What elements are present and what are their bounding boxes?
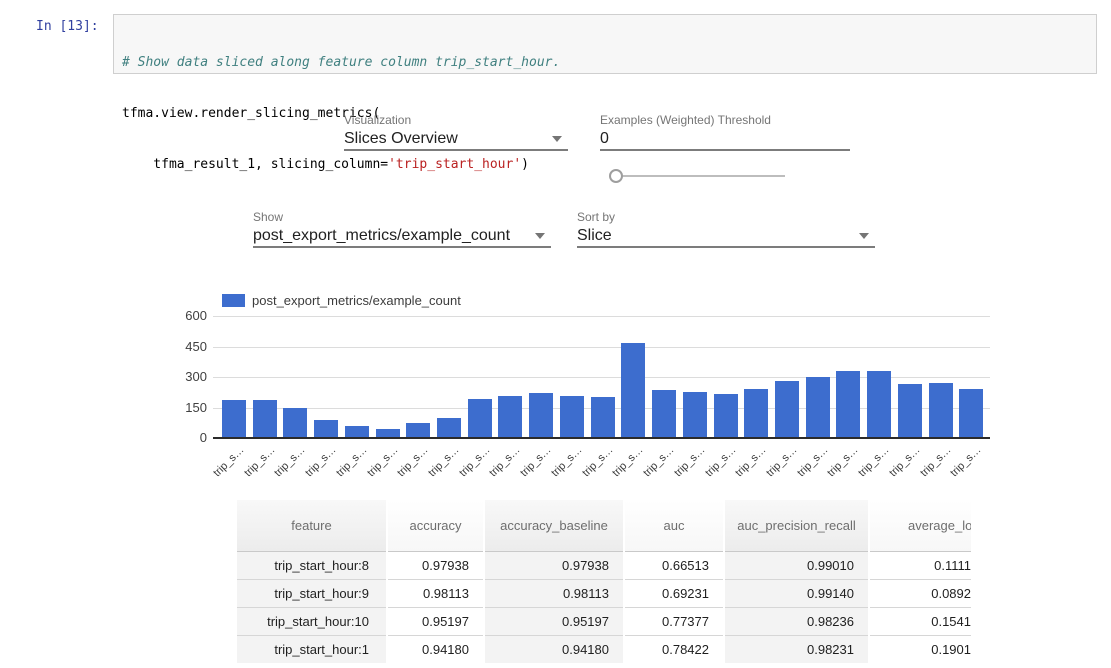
metric-value-cell: 0.94180 <box>484 635 624 663</box>
table-header-cell: average_loss <box>869 500 971 551</box>
chart-bar[interactable] <box>406 423 430 438</box>
chart-bar[interactable] <box>683 392 707 438</box>
legend-label: post_export_metrics/example_count <box>252 293 461 308</box>
chart-bar[interactable] <box>714 394 738 438</box>
feature-cell: trip_start_hour:8 <box>237 551 387 579</box>
y-gridline <box>213 316 990 317</box>
visualization-label: Visualization <box>344 113 568 127</box>
metric-value-cell: 0.99010 <box>724 551 869 579</box>
chart-bar[interactable] <box>929 383 953 438</box>
metric-value-cell: 0.98231 <box>724 635 869 663</box>
metrics-table-container: featureaccuracyaccuracy_baselineaucauc_p… <box>237 500 971 668</box>
metric-value-cell: 0.1901 <box>869 635 971 663</box>
sort-by-select[interactable]: Sort by Slice <box>577 210 875 248</box>
chart-bar[interactable] <box>560 396 584 438</box>
chart-bar[interactable] <box>959 389 983 438</box>
metric-value-cell: 0.98236 <box>724 607 869 635</box>
threshold-slider[interactable] <box>609 169 789 183</box>
chart-bar[interactable] <box>529 393 553 438</box>
table-row: trip_start_hour:10.941800.941800.784220.… <box>237 635 971 663</box>
legend-swatch <box>222 294 245 307</box>
metric-value-cell: 0.0892 <box>869 579 971 607</box>
chart-bar[interactable] <box>806 377 830 438</box>
chart-bar[interactable] <box>253 400 277 438</box>
sort-by-label: Sort by <box>577 210 875 224</box>
code-line-comment: # Show data sliced along feature column … <box>122 54 1088 71</box>
metric-value-cell: 0.95197 <box>484 607 624 635</box>
metric-value-cell: 0.69231 <box>624 579 724 607</box>
show-value: post_export_metrics/example_count <box>253 227 510 244</box>
chart-bar[interactable] <box>314 420 338 438</box>
chart-bar[interactable] <box>744 389 768 438</box>
chart-bar[interactable] <box>775 381 799 438</box>
chevron-down-icon[interactable] <box>535 233 545 239</box>
metric-value-cell: 0.97938 <box>387 551 484 579</box>
metric-value-cell: 0.98113 <box>484 579 624 607</box>
threshold-input[interactable]: 0 <box>600 130 609 147</box>
table-header-cell: feature <box>237 500 387 551</box>
y-tick-label: 450 <box>148 339 207 354</box>
sort-by-value: Slice <box>577 227 612 244</box>
feature-cell: trip_start_hour:10 <box>237 607 387 635</box>
y-tick-label: 0 <box>148 430 207 445</box>
feature-cell: trip_start_hour:9 <box>237 579 387 607</box>
y-tick-label: 600 <box>148 308 207 323</box>
table-header-cell: auc_precision_recall <box>724 500 869 551</box>
metric-value-cell: 0.98113 <box>387 579 484 607</box>
metric-value-cell: 0.94180 <box>387 635 484 663</box>
table-header-cell: accuracy <box>387 500 484 551</box>
visualization-value: Slices Overview <box>344 130 458 147</box>
table-header-cell: accuracy_baseline <box>484 500 624 551</box>
plot-area: trip_s…trip_s…trip_s…trip_s…trip_s…trip_… <box>213 316 990 438</box>
visualization-select[interactable]: Visualization Slices Overview <box>344 113 568 151</box>
metric-value-cell: 0.95197 <box>387 607 484 635</box>
chart-bar[interactable] <box>468 399 492 438</box>
chevron-down-icon[interactable] <box>552 136 562 142</box>
metric-value-cell: 0.77377 <box>624 607 724 635</box>
code-cell-editor[interactable]: # Show data sliced along feature column … <box>113 14 1097 74</box>
chart-bar[interactable] <box>621 343 645 438</box>
metrics-table: featureaccuracyaccuracy_baselineaucauc_p… <box>237 500 971 663</box>
threshold-field[interactable]: Examples (Weighted) Threshold 0 <box>600 113 850 151</box>
chart-bar[interactable] <box>498 396 522 438</box>
table-header-row: featureaccuracyaccuracy_baselineaucauc_p… <box>237 500 971 551</box>
chart-bar[interactable] <box>591 397 615 438</box>
chart-bar[interactable] <box>222 400 246 438</box>
input-prompt: In [13]: <box>36 19 99 34</box>
y-tick-label: 150 <box>148 400 207 415</box>
chart-bar[interactable] <box>652 390 676 438</box>
table-row: trip_start_hour:80.979380.979380.665130.… <box>237 551 971 579</box>
chart-bar[interactable] <box>867 371 891 438</box>
chart-bar[interactable] <box>898 384 922 438</box>
chart-bar[interactable] <box>437 418 461 438</box>
table-row: trip_start_hour:90.981130.981130.692310.… <box>237 579 971 607</box>
metric-value-cell: 0.1111 <box>869 551 971 579</box>
show-label: Show <box>253 210 551 224</box>
show-metric-select[interactable]: Show post_export_metrics/example_count <box>253 210 551 248</box>
chart-bar[interactable] <box>836 371 860 438</box>
metric-value-cell: 0.66513 <box>624 551 724 579</box>
threshold-label: Examples (Weighted) Threshold <box>600 113 850 127</box>
slider-knob[interactable] <box>609 169 623 183</box>
y-tick-label: 300 <box>148 369 207 384</box>
metric-value-cell: 0.78422 <box>624 635 724 663</box>
metric-value-cell: 0.1541 <box>869 607 971 635</box>
feature-cell: trip_start_hour:1 <box>237 635 387 663</box>
chart-bar[interactable] <box>283 408 307 438</box>
metric-value-cell: 0.99140 <box>724 579 869 607</box>
y-gridline <box>213 347 990 348</box>
slider-track[interactable] <box>617 175 785 177</box>
metric-value-cell: 0.97938 <box>484 551 624 579</box>
table-header-cell: auc <box>624 500 724 551</box>
x-axis-baseline <box>213 437 990 439</box>
table-row: trip_start_hour:100.951970.951970.773770… <box>237 607 971 635</box>
code-line: tfma_result_1, slicing_column='trip_star… <box>122 156 1088 173</box>
chevron-down-icon[interactable] <box>859 233 869 239</box>
